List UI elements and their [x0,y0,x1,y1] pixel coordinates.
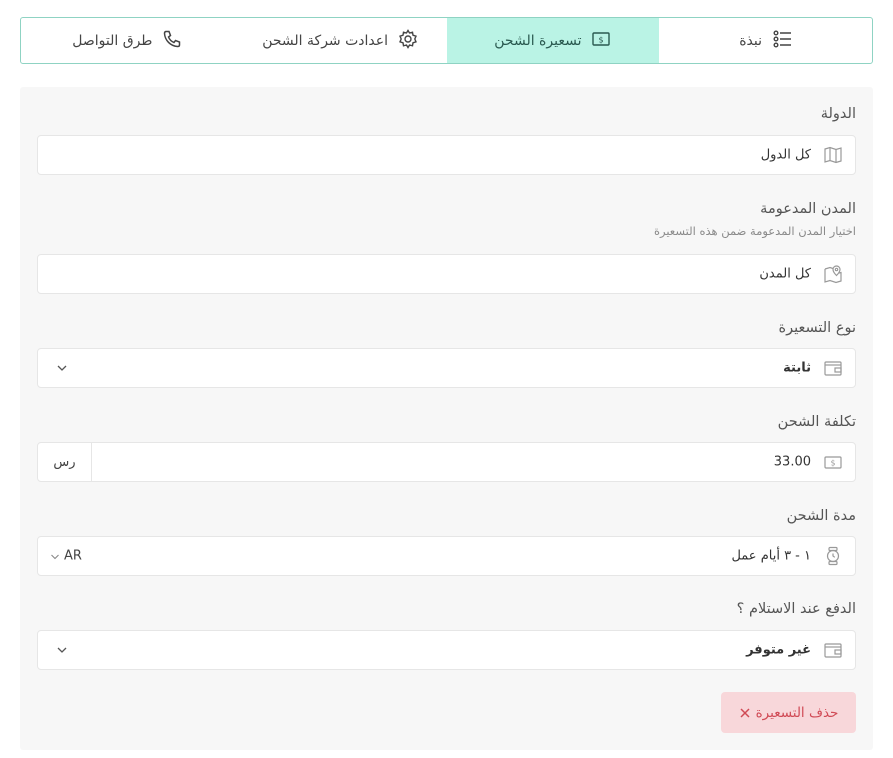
money-icon: $ [591,29,611,53]
cities-hint: اختيار المدن المدعومة ضمن هذه التسعيرة [653,224,856,238]
svg-text:$: $ [831,459,836,468]
wallet-icon [823,358,843,378]
country-field[interactable]: كل الدول [37,135,856,175]
pricing-type-value: ثابتة [783,360,811,376]
tab-bar: نبذة $ تسعيرة الشحن اعدادت شركة الشحن طر… [20,17,873,64]
shipping-cost-label: تكلفة الشحن [777,414,856,430]
tab-contact-methods[interactable]: طرق التواصل [21,18,234,63]
map-pin-icon [823,264,843,284]
language-code: AR [64,548,82,564]
shipping-duration-input[interactable]: ١ - ٣ أيام عمل AR [37,536,856,576]
watch-icon [823,546,843,566]
close-icon [740,707,750,718]
chevron-down-icon[interactable] [56,644,68,656]
tab-shipping-settings-label: اعدادت شركة الشحن [262,32,388,49]
tab-shipping-pricing[interactable]: $ تسعيرة الشحن [446,18,660,63]
country-label: الدولة [820,106,856,122]
currency-unit: رس [38,443,92,481]
svg-text:$: $ [599,35,604,44]
country-value: كل الدول [760,147,811,163]
phone-icon [162,29,182,53]
tab-contact-methods-label: طرق التواصل [72,32,153,49]
language-selector[interactable]: AR [50,549,82,564]
tab-about[interactable]: نبذة [659,18,872,63]
pricing-form-panel: الدولة كل الدول المدن المدعومة اختيار ال… [20,87,873,750]
cities-field[interactable]: كل المدن [37,254,856,294]
shipping-cost-input[interactable]: $ 33.00 رس [37,442,856,482]
chevron-down-icon [51,554,59,559]
tab-shipping-pricing-label: تسعيرة الشحن [494,32,582,49]
cities-label: المدن المدعومة [760,201,856,217]
gear-icon [398,28,418,53]
cash-icon: $ [823,452,843,472]
cod-value: غير متوفر [746,642,811,658]
shipping-cost-value: 33.00 [773,454,811,470]
chevron-down-icon[interactable] [56,362,68,374]
delete-pricing-button[interactable]: حذف التسعيرة [721,692,856,733]
map-icon [823,145,843,165]
shipping-duration-value: ١ - ٣ أيام عمل [731,548,811,564]
cod-label: الدفع عند الاستلام ؟ [736,601,856,617]
tab-about-label: نبذة [739,32,763,49]
cod-select[interactable]: غير متوفر [37,630,856,670]
pricing-type-select[interactable]: ثابتة [37,348,856,388]
tab-shipping-settings[interactable]: اعدادت شركة الشحن [234,18,447,63]
pricing-type-label: نوع التسعيرة [778,320,856,336]
delete-pricing-label: حذف التسعيرة [755,704,839,721]
cities-value: كل المدن [759,266,811,282]
wallet-icon [823,640,843,660]
list-icon [772,29,792,53]
shipping-duration-label: مدة الشحن [786,508,856,524]
